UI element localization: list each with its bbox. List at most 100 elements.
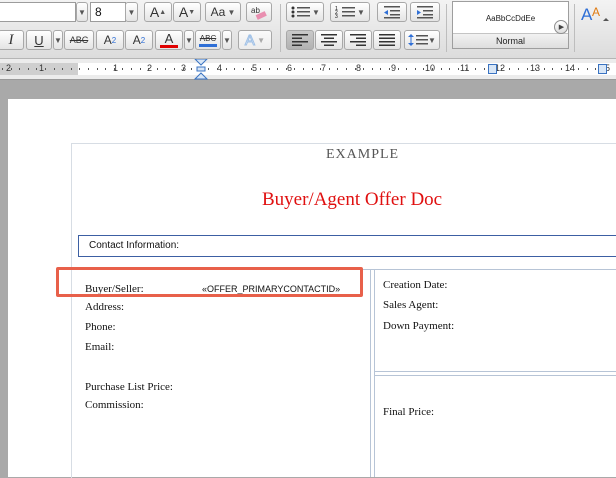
highlight-icon: ABC xyxy=(199,33,217,43)
page-heading: EXAMPLE xyxy=(326,147,400,162)
ruler-tick xyxy=(595,68,596,70)
address-label: Address: xyxy=(85,301,125,313)
italic-button[interactable]: I xyxy=(0,30,24,50)
svg-text:3: 3 xyxy=(335,14,338,19)
increase-indent-button[interactable] xyxy=(410,2,440,22)
styles-pane-button[interactable]: AA xyxy=(580,2,612,46)
numbering-button[interactable]: 1 2 3 ▼ xyxy=(330,2,370,22)
tab-stop-marker[interactable] xyxy=(488,64,497,74)
underline-dropdown[interactable]: ▼ xyxy=(53,30,63,50)
styles-pane-icon: AA xyxy=(581,5,609,24)
ruler-label: 5 xyxy=(252,63,258,73)
final-price-label: Final Price: xyxy=(383,406,435,418)
ruler-tick xyxy=(406,68,407,70)
document-page[interactable]: EXAMPLE Buyer/Agent Offer Doc Contact In… xyxy=(8,99,616,478)
ruler-tick xyxy=(165,68,166,70)
ruler-tick xyxy=(217,68,218,70)
highlight-dropdown[interactable]: ▼ xyxy=(222,30,232,50)
ruler-tick xyxy=(337,68,338,70)
strikethrough-button[interactable]: ABC xyxy=(64,30,94,50)
ruler-tick xyxy=(36,68,37,70)
ruler-tick xyxy=(277,68,278,70)
ruler-tick xyxy=(346,68,347,70)
chevron-down-icon: ▼ xyxy=(54,35,62,45)
ruler-tick xyxy=(2,68,3,70)
ruler-tick xyxy=(183,68,184,70)
sales-agent-label: Sales Agent: xyxy=(383,299,439,311)
right-indent-marker[interactable] xyxy=(598,64,607,74)
ruler-tick xyxy=(71,68,72,70)
ruler-tick xyxy=(380,68,381,70)
ruler-tick xyxy=(122,68,123,70)
ruler-tick xyxy=(243,68,244,70)
change-case-button[interactable]: Aa ▼ xyxy=(205,2,241,22)
toolbar-separator xyxy=(574,4,575,52)
ruler-tick xyxy=(458,68,459,70)
align-center-button[interactable] xyxy=(315,30,343,50)
align-left-button[interactable] xyxy=(286,30,314,50)
ruler-tick xyxy=(174,68,175,70)
font-color-button[interactable]: A xyxy=(155,30,183,50)
ruler-tick xyxy=(260,68,261,70)
outdent-icon xyxy=(384,6,400,19)
commission-label: Commission: xyxy=(85,399,144,411)
ruler-tick xyxy=(234,68,235,70)
font-color-swatch xyxy=(160,44,178,48)
ruler-tick xyxy=(509,68,510,70)
subscript-icon: A xyxy=(132,33,141,47)
decrease-indent-button[interactable] xyxy=(377,2,407,22)
clear-formatting-button[interactable]: ab xyxy=(246,2,272,22)
font-name-dropdown[interactable]: ▼ xyxy=(76,2,88,22)
align-right-button[interactable] xyxy=(344,30,372,50)
justify-icon xyxy=(379,34,395,46)
ruler-tick xyxy=(11,68,12,70)
superscript-button[interactable]: A2 xyxy=(96,30,124,50)
ruler-tick xyxy=(561,68,562,70)
font-size-field[interactable]: 8 xyxy=(90,2,126,22)
document-title: Buyer/Agent Offer Doc xyxy=(262,189,443,210)
ruler-tick xyxy=(114,68,115,70)
styles-next-button[interactable]: ▶ xyxy=(554,20,568,34)
highlight-button[interactable]: ABC xyxy=(195,30,221,50)
bullets-button[interactable]: ▼ xyxy=(286,2,324,22)
ruler-tick xyxy=(535,68,536,70)
ruler-tick xyxy=(518,68,519,70)
underline-button[interactable]: U xyxy=(26,30,52,50)
ruler-tick xyxy=(423,68,424,70)
ruler-tick xyxy=(28,68,29,70)
ruler-tick xyxy=(294,68,295,70)
ruler-tick xyxy=(544,68,545,70)
svg-text:A: A xyxy=(592,5,600,19)
line-spacing-button[interactable]: ▼ xyxy=(404,30,440,50)
ruler-tick xyxy=(432,68,433,70)
indent-marker-icon[interactable] xyxy=(194,59,208,81)
ruler-tick xyxy=(312,68,313,70)
toolbar-separator xyxy=(280,4,281,52)
subscript-button[interactable]: A2 xyxy=(125,30,153,50)
font-color-dropdown[interactable]: ▼ xyxy=(184,30,194,50)
ruler-tick xyxy=(320,68,321,70)
font-name-field[interactable] xyxy=(0,2,76,22)
grow-font-button[interactable]: A ▲ xyxy=(144,2,172,22)
text-effects-button[interactable]: A ▼ xyxy=(238,30,272,50)
font-color-icon: A xyxy=(164,30,174,46)
ruler-tick xyxy=(372,68,373,70)
table-border xyxy=(374,375,616,376)
align-left-icon xyxy=(292,34,308,46)
line-spacing-icon xyxy=(408,34,429,46)
indent-icon xyxy=(417,6,433,19)
ruler-tick xyxy=(363,68,364,70)
ruler-tick xyxy=(286,68,287,70)
table-border xyxy=(370,269,371,477)
ruler-label: 11 xyxy=(460,63,470,73)
subscript-mark: 2 xyxy=(140,35,146,45)
shrink-font-button[interactable]: A ▼ xyxy=(173,2,201,22)
ruler-tick xyxy=(449,68,450,70)
font-size-dropdown[interactable]: ▼ xyxy=(125,2,138,22)
ruler-label: 8 xyxy=(356,63,362,73)
ruler-label: 10 xyxy=(425,63,436,73)
horizontal-ruler[interactable]: 2112345678910111213141516 xyxy=(0,59,616,80)
justify-button[interactable] xyxy=(373,30,401,50)
svg-text:ab: ab xyxy=(251,6,260,15)
style-gallery-item-normal[interactable]: AaBbCcDdEe Normal xyxy=(452,1,569,49)
